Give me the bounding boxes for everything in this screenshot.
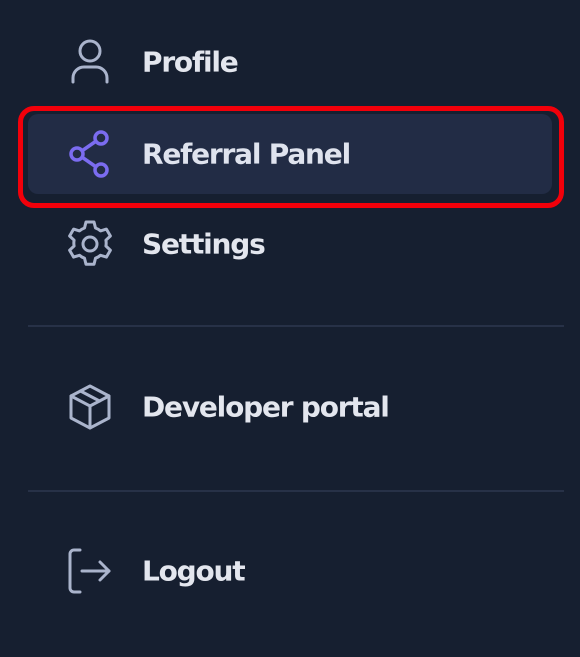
gear-icon (64, 218, 116, 270)
logout-icon (64, 545, 116, 597)
menu-item-label: Referral Panel (142, 137, 351, 171)
menu-item-label: Profile (142, 45, 239, 79)
menu-item-logout[interactable]: Logout (28, 531, 552, 611)
menu-item-label: Settings (142, 227, 266, 261)
menu-item-settings[interactable]: Settings (28, 204, 552, 284)
menu-item-profile[interactable]: Profile (28, 22, 552, 102)
menu-item-label: Logout (142, 554, 246, 588)
account-menu: Profile Referral Panel Settings Develope… (0, 0, 580, 657)
menu-item-referral-panel[interactable]: Referral Panel (28, 114, 552, 194)
divider (28, 490, 564, 492)
menu-item-label: Developer portal (142, 390, 390, 424)
user-icon (64, 36, 116, 88)
divider (28, 325, 564, 327)
share-icon (64, 128, 116, 180)
menu-item-developer-portal[interactable]: Developer portal (28, 367, 552, 447)
box-icon (64, 381, 116, 433)
